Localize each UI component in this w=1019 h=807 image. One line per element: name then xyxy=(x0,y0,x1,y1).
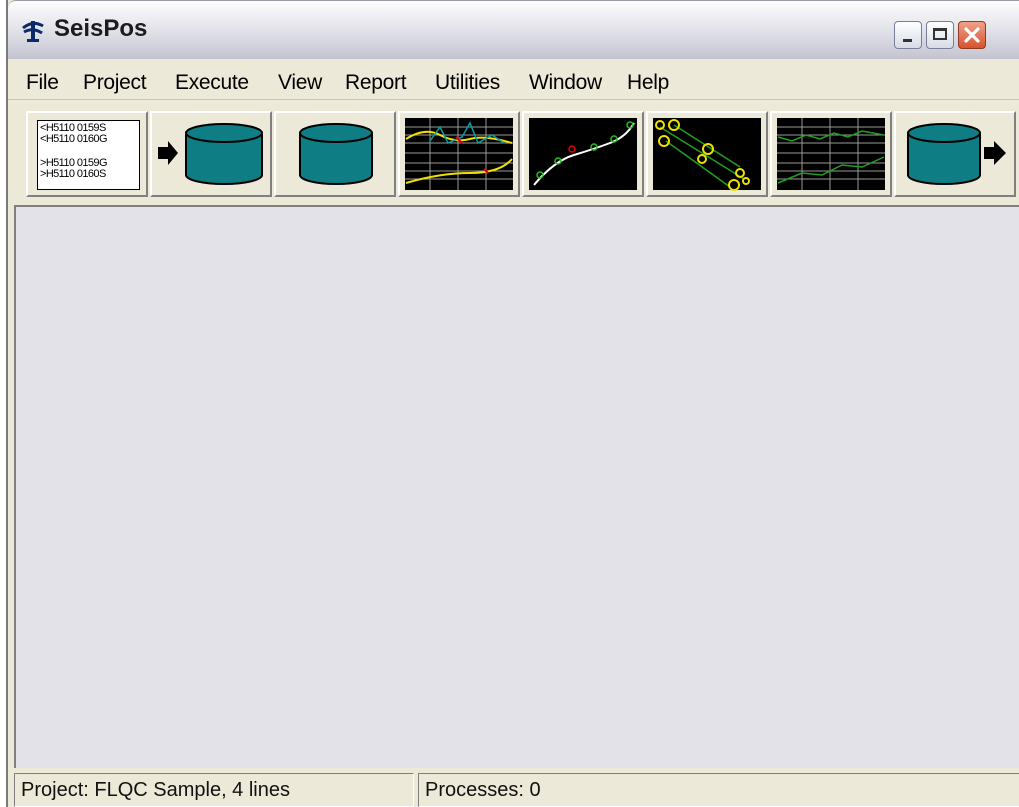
trace-grid-icon xyxy=(777,118,885,190)
header-line-4: >H5110 0160S xyxy=(40,168,106,180)
toolbar-database-button[interactable] xyxy=(274,111,396,197)
menu-help[interactable]: Help xyxy=(627,71,669,95)
window-title: SeisPos xyxy=(54,15,148,42)
app-window: SeisPos File Project Execute View Report… xyxy=(6,0,1019,807)
minimize-button[interactable] xyxy=(894,21,922,49)
curve-fit-plot-icon xyxy=(529,118,637,190)
toolbar-trace-grid-button[interactable] xyxy=(770,111,892,197)
menu-bar: File Project Execute View Report Utiliti… xyxy=(8,63,1019,100)
minimize-icon xyxy=(903,39,912,42)
toolbar-export-button[interactable] xyxy=(894,111,1016,197)
header-list-icon: <H5110 0159S <H5110 0160G >H5110 0159G >… xyxy=(37,120,140,190)
menu-report[interactable]: Report xyxy=(345,71,407,95)
status-project: Project: FLQC Sample, 4 lines xyxy=(14,773,414,807)
status-bar: Project: FLQC Sample, 4 lines Processes:… xyxy=(14,770,1019,807)
menu-execute[interactable]: Execute xyxy=(175,71,249,95)
menu-view[interactable]: View xyxy=(278,71,322,95)
toolbar-header-list-button[interactable]: <H5110 0159S <H5110 0160G >H5110 0159G >… xyxy=(26,111,148,197)
toolbar-import-button[interactable] xyxy=(150,111,272,197)
mdi-client-area[interactable] xyxy=(14,205,1019,768)
database-icon xyxy=(299,123,373,185)
close-button[interactable] xyxy=(958,21,986,49)
menu-utilities[interactable]: Utilities xyxy=(435,71,500,95)
maximize-button[interactable] xyxy=(926,21,954,49)
title-bar[interactable]: SeisPos xyxy=(8,0,1019,59)
seispos-app-icon[interactable] xyxy=(20,17,46,43)
toolbar-position-button[interactable] xyxy=(646,111,768,197)
export-database-icon xyxy=(907,123,1006,185)
toolbar-curve-fit-button[interactable] xyxy=(522,111,644,197)
toolbar-trace-chart-button[interactable] xyxy=(398,111,520,197)
multi-trace-chart-icon xyxy=(405,118,513,190)
menu-file[interactable]: File xyxy=(26,71,59,95)
toolbar: <H5110 0159S <H5110 0160G >H5110 0159G >… xyxy=(8,107,1019,201)
position-scatter-icon xyxy=(653,118,761,191)
header-line-2: <H5110 0160G xyxy=(40,133,108,145)
menu-project[interactable]: Project xyxy=(83,71,147,95)
import-database-icon xyxy=(158,123,263,185)
close-icon xyxy=(964,27,980,43)
menu-window[interactable]: Window xyxy=(529,71,602,95)
maximize-icon xyxy=(933,28,947,40)
status-processes: Processes: 0 xyxy=(418,773,1019,807)
